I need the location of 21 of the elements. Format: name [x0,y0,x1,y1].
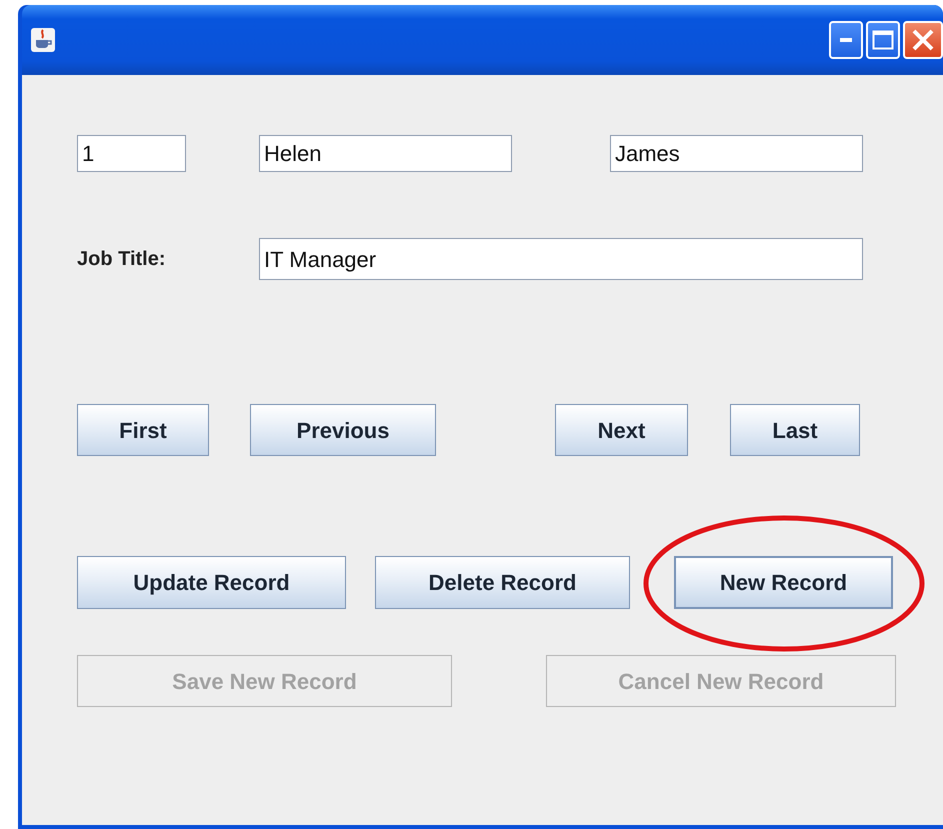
action-button[interactable]: New Record [674,556,893,609]
field-label: Job Title: [77,247,167,272]
text-field[interactable]: 1 [77,135,186,172]
maximize-button[interactable] [866,21,900,59]
close-button[interactable] [903,21,943,59]
action-button[interactable]: Previous [250,404,436,456]
coffee-cup-icon [30,27,56,53]
action-button[interactable]: Last [730,404,860,456]
minimize-icon [840,38,852,42]
action-button[interactable]: First [77,404,209,456]
minimize-button[interactable] [829,21,863,59]
action-button[interactable]: Next [555,404,688,456]
action-button[interactable]: Update Record [77,556,346,609]
action-button: Save New Record [77,655,452,707]
maximize-icon [872,30,894,50]
job-title-field[interactable]: IT Manager [259,238,863,280]
action-button: Cancel New Record [546,655,896,707]
text-field[interactable]: James [610,135,863,172]
close-icon [911,28,935,52]
text-field[interactable]: Helen [259,135,512,172]
action-button[interactable]: Delete Record [375,556,630,609]
